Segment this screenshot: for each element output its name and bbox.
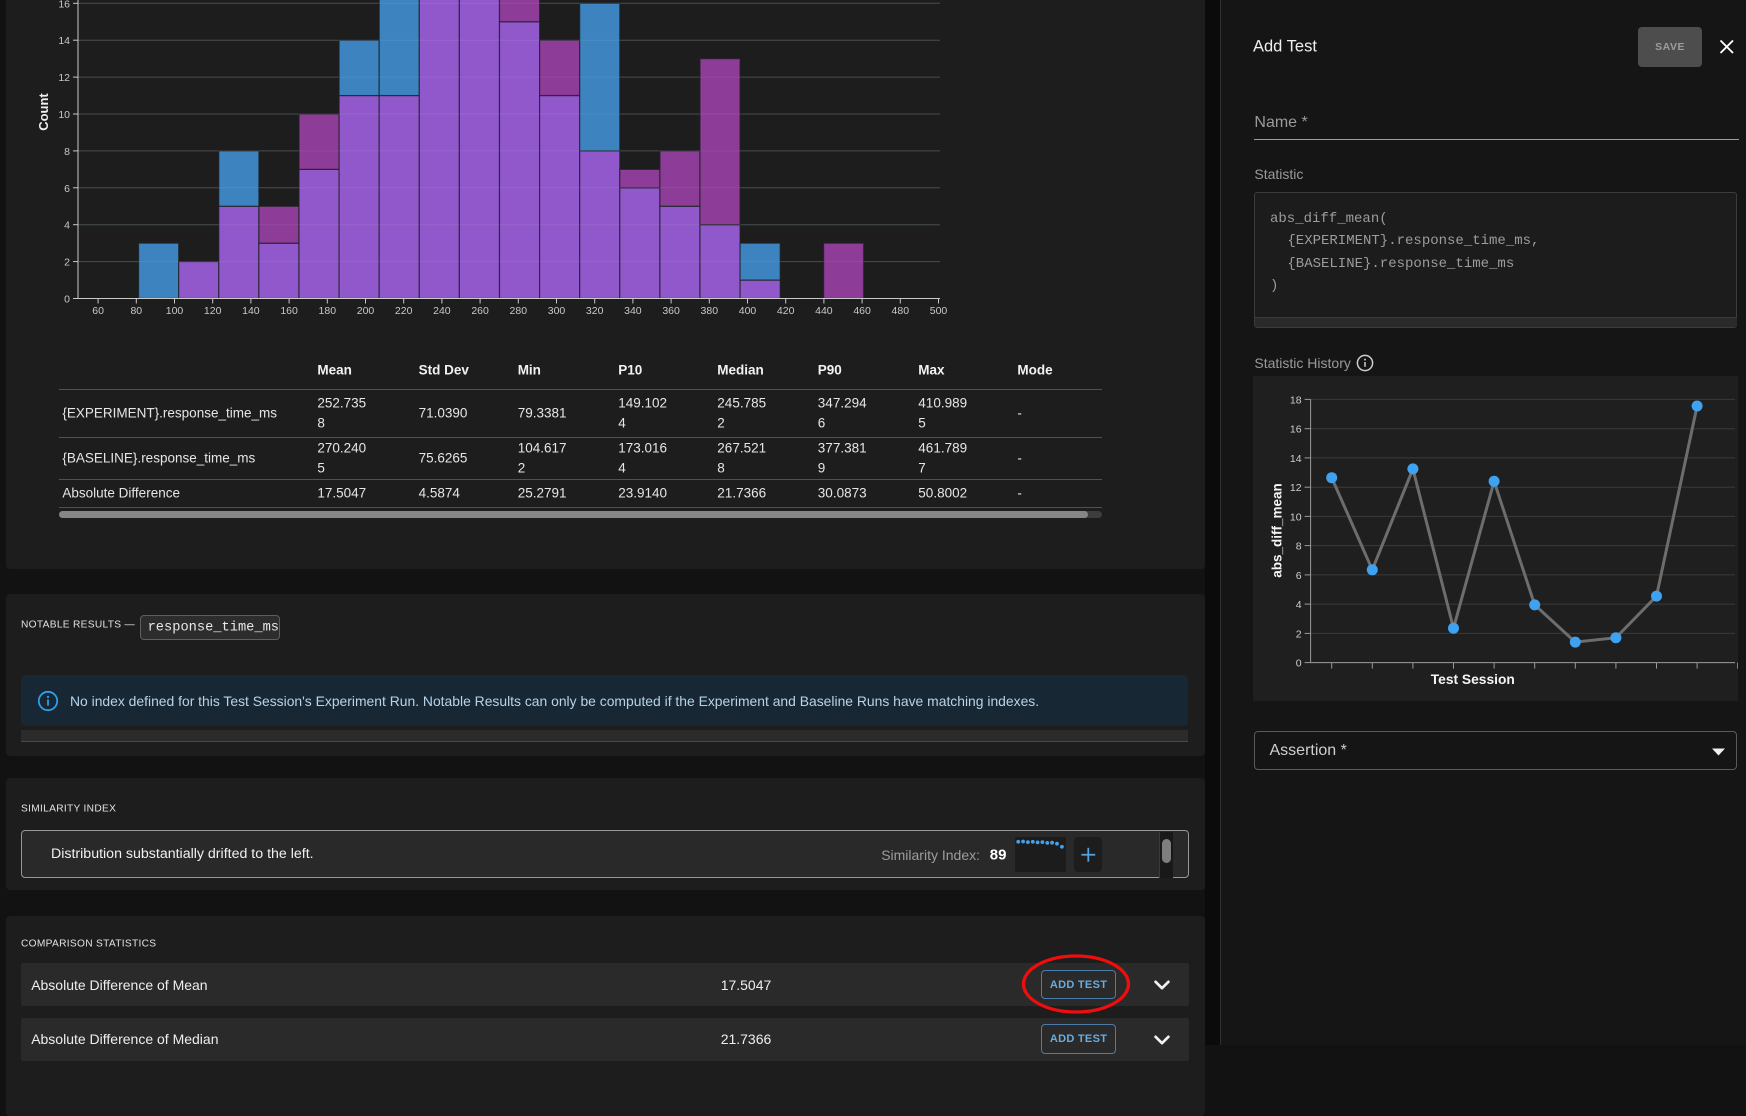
svg-text:14: 14 bbox=[58, 35, 70, 47]
svg-text:360: 360 bbox=[662, 305, 680, 317]
svg-text:280: 280 bbox=[510, 305, 528, 317]
svg-text:60: 60 bbox=[92, 305, 104, 317]
svg-text:Test Session: Test Session bbox=[1431, 672, 1515, 687]
svg-text:460: 460 bbox=[853, 305, 871, 317]
svg-text:320: 320 bbox=[586, 305, 604, 317]
svg-text:420: 420 bbox=[777, 305, 795, 317]
svg-text:12: 12 bbox=[1290, 482, 1302, 494]
svg-text:12: 12 bbox=[58, 72, 70, 84]
svg-text:6: 6 bbox=[64, 183, 70, 195]
svg-text:300: 300 bbox=[548, 305, 566, 317]
svg-text:140: 140 bbox=[242, 305, 260, 317]
svg-text:2: 2 bbox=[1296, 628, 1302, 640]
svg-text:2: 2 bbox=[64, 257, 70, 269]
svg-text:18: 18 bbox=[1290, 394, 1302, 406]
svg-text:340: 340 bbox=[624, 305, 642, 317]
svg-text:500: 500 bbox=[930, 305, 948, 317]
svg-text:10: 10 bbox=[1290, 511, 1302, 523]
svg-text:480: 480 bbox=[892, 305, 910, 317]
svg-text:10: 10 bbox=[58, 109, 70, 121]
svg-text:8: 8 bbox=[1296, 540, 1302, 552]
svg-text:0: 0 bbox=[1296, 657, 1302, 669]
svg-text:8: 8 bbox=[64, 146, 70, 158]
svg-text:180: 180 bbox=[319, 305, 337, 317]
svg-text:240: 240 bbox=[433, 305, 451, 317]
svg-text:380: 380 bbox=[701, 305, 719, 317]
svg-text:16: 16 bbox=[58, 0, 70, 10]
svg-text:160: 160 bbox=[280, 305, 298, 317]
svg-text:120: 120 bbox=[204, 305, 222, 317]
svg-text:80: 80 bbox=[130, 305, 142, 317]
svg-text:abs_diff_mean: abs_diff_mean bbox=[1269, 483, 1284, 578]
svg-text:4: 4 bbox=[1296, 599, 1302, 611]
svg-text:14: 14 bbox=[1290, 452, 1302, 464]
svg-text:400: 400 bbox=[739, 305, 757, 317]
svg-text:200: 200 bbox=[357, 305, 375, 317]
svg-text:100: 100 bbox=[166, 305, 184, 317]
svg-text:0: 0 bbox=[64, 294, 70, 306]
svg-text:Count: Count bbox=[36, 93, 51, 131]
svg-text:16: 16 bbox=[1290, 423, 1302, 435]
svg-text:6: 6 bbox=[1296, 569, 1302, 581]
svg-text:4: 4 bbox=[64, 220, 70, 232]
svg-text:220: 220 bbox=[395, 305, 413, 317]
svg-text:440: 440 bbox=[815, 305, 833, 317]
svg-text:260: 260 bbox=[471, 305, 489, 317]
